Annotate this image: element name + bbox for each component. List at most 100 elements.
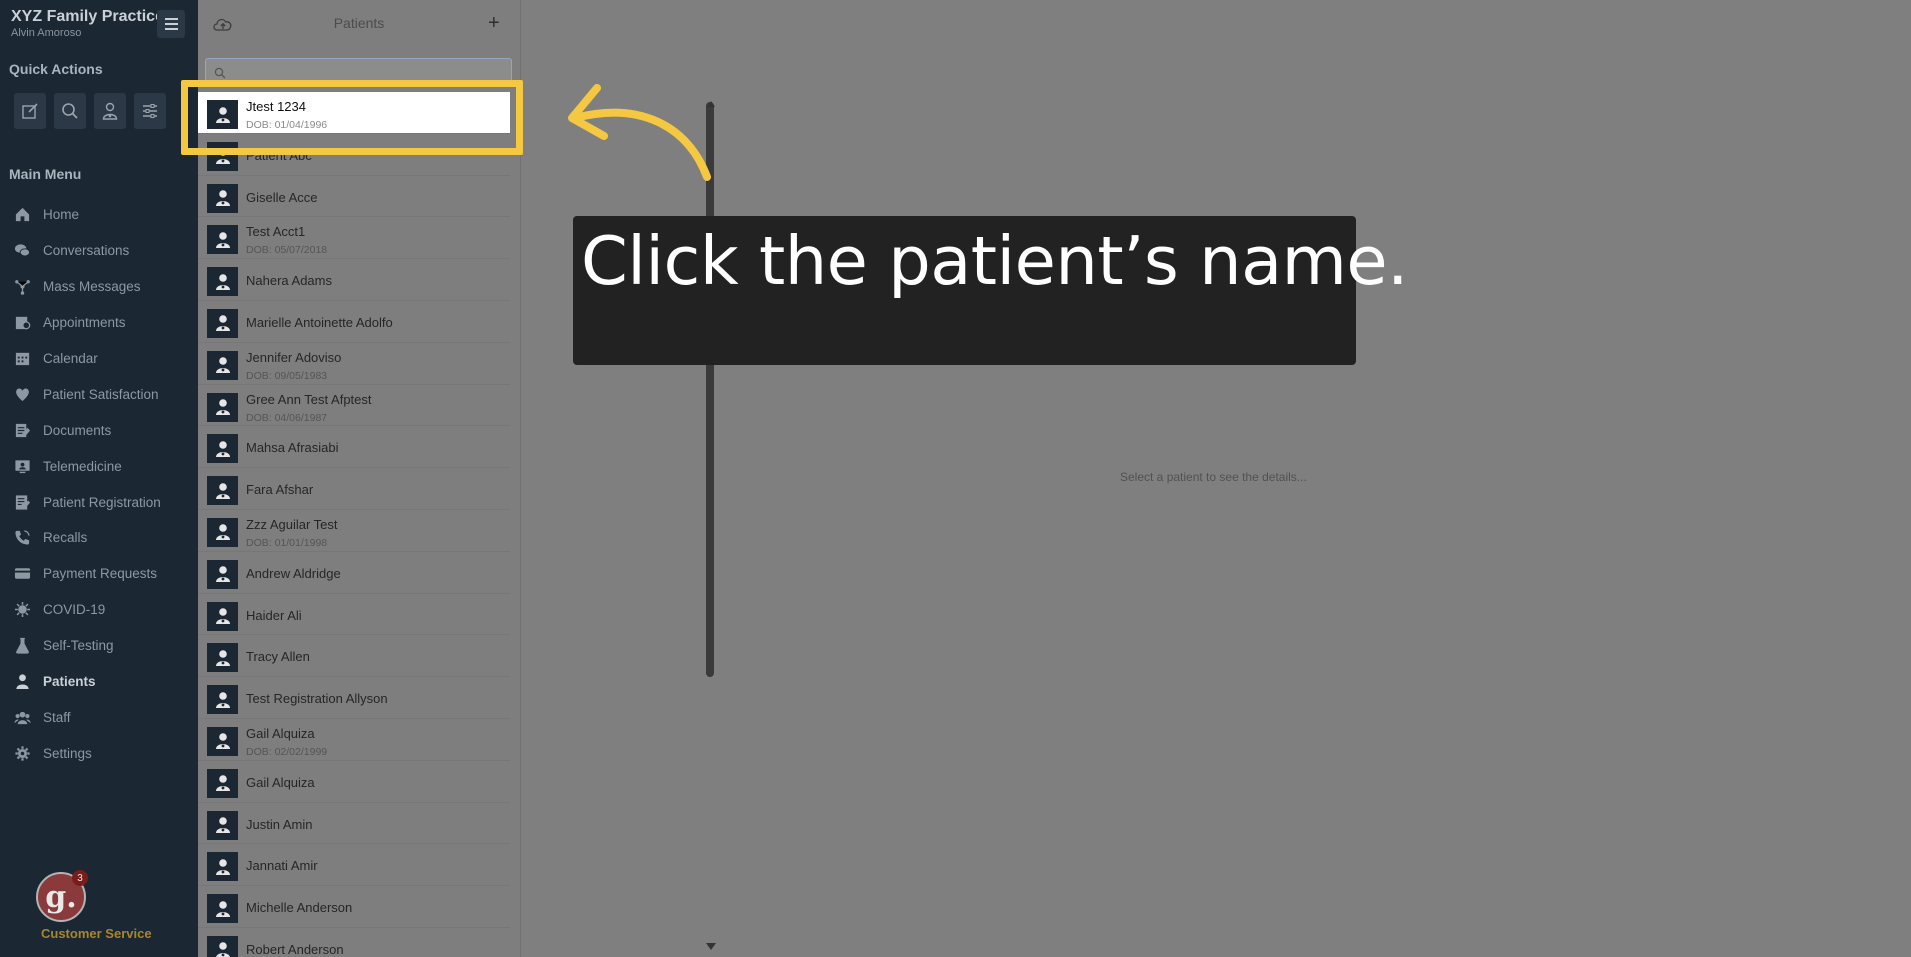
sidebar-item-documents[interactable]: Documents	[0, 412, 198, 448]
patient-name[interactable]: Fara Afshar	[246, 482, 313, 497]
patient-name[interactable]: Haider Ali	[246, 608, 302, 623]
sidebar-item-label: Patient Registration	[43, 494, 161, 510]
patient-row[interactable]: Mahsa Afrasiabi	[198, 426, 510, 469]
patient-row[interactable]: Test Registration Allyson	[198, 677, 510, 719]
patient-avatar-icon	[207, 267, 238, 297]
sidebar-item-patients[interactable]: Patients	[0, 664, 198, 700]
highlight-box	[181, 80, 523, 155]
patient-list-scrollbar[interactable]	[706, 102, 714, 677]
quick-action-settings-button[interactable]	[134, 93, 166, 129]
quick-action-search-button[interactable]	[54, 93, 86, 129]
patient-name[interactable]: Jennifer Adoviso	[246, 350, 341, 365]
patient-row[interactable]: Jennifer Adoviso DOB: 09/05/1983	[198, 343, 510, 385]
patient-row[interactable]: Zzz Aguilar Test DOB: 01/01/1998	[198, 510, 510, 552]
patient-name[interactable]: Tracy Allen	[246, 649, 310, 664]
sidebar-item-mass-messages[interactable]: Mass Messages	[0, 269, 198, 305]
sidebar-item-staff[interactable]: Staff	[0, 699, 198, 735]
patient-row[interactable]: Fara Afshar	[198, 468, 510, 510]
customer-service[interactable]: g. 3 Customer Service	[36, 870, 152, 941]
sidebar-item-patient-satisfaction[interactable]: Patient Satisfaction	[0, 376, 198, 412]
quick-actions	[14, 93, 166, 129]
sidebar-item-conversations[interactable]: Conversations	[0, 233, 198, 269]
patient-row[interactable]: Andrew Aldridge	[198, 552, 510, 594]
sidebar-item-label: Home	[43, 207, 80, 223]
patient-avatar-icon	[207, 476, 238, 506]
patient-row[interactable]: Haider Ali	[198, 594, 510, 636]
home-icon	[13, 206, 31, 224]
patient-name[interactable]: Nahera Adams	[246, 273, 332, 288]
main-menu-title: Main Menu	[9, 166, 82, 182]
patient-dob: DOB: 01/01/1998	[246, 536, 328, 549]
sidebar-item-recalls[interactable]: Recalls	[0, 520, 198, 556]
sidebar-item-label: Appointments	[43, 315, 126, 331]
patient-avatar-icon	[207, 517, 238, 547]
sidebar-item-payment-requests[interactable]: Payment Requests	[0, 556, 198, 592]
patient-name[interactable]: Gail Alquiza	[246, 775, 315, 790]
registration-icon	[13, 493, 31, 511]
patient-row[interactable]: Justin Amin	[198, 803, 510, 845]
patient-name[interactable]: Jannati Amir	[246, 858, 318, 873]
patient-name[interactable]: Robert Anderson	[246, 942, 344, 957]
patient-search-input[interactable]	[230, 63, 500, 81]
quick-action-edit-button[interactable]	[14, 93, 46, 129]
patients-panel-title: Patients	[333, 15, 385, 31]
sidebar-item-calendar[interactable]: Calendar	[0, 341, 198, 377]
brand: XYZ Family Practice Alvin Amoroso	[11, 8, 164, 39]
customer-service-label[interactable]: Customer Service	[41, 926, 152, 941]
patient-name[interactable]: Michelle Anderson	[246, 900, 352, 915]
quick-actions-title: Quick Actions	[9, 61, 103, 77]
quick-action-doctor-button[interactable]	[94, 93, 126, 129]
patient-avatar-icon	[207, 935, 238, 957]
patient-row[interactable]: Tracy Allen	[198, 635, 510, 678]
patient-name[interactable]: Justin Amin	[246, 817, 312, 832]
patient-name[interactable]: Mahsa Afrasiabi	[246, 440, 339, 455]
sidebar-item-home[interactable]: Home	[0, 197, 198, 233]
patient-name[interactable]: Gail Alquiza	[246, 726, 315, 741]
patient-name[interactable]: Zzz Aguilar Test	[246, 517, 338, 532]
customer-service-logo[interactable]: g. 3	[36, 870, 88, 922]
sidebar-item-covid-19[interactable]: COVID-19	[0, 592, 198, 628]
patient-name[interactable]: Marielle Antoinette Adolfo	[246, 315, 393, 330]
menu-toggle-icon[interactable]	[157, 10, 185, 38]
phone-icon	[13, 529, 31, 547]
patients-panel-header: Patients +	[198, 0, 520, 48]
card-icon	[13, 565, 31, 583]
patient-row[interactable]: Test Acct1 DOB: 05/07/2018	[198, 217, 510, 260]
sidebar-item-appointments[interactable]: Appointments	[0, 305, 198, 341]
scroll-down-icon[interactable]	[706, 943, 716, 950]
patient-name[interactable]: Giselle Acce	[246, 190, 318, 205]
patient-row[interactable]: Gail Alquiza DOB: 02/02/1999	[198, 719, 510, 761]
patient-row[interactable]: Marielle Antoinette Adolfo	[198, 301, 510, 343]
patient-row[interactable]: Robert Anderson	[198, 928, 510, 957]
patient-name[interactable]: Test Registration Allyson	[246, 691, 388, 706]
sidebar-item-label: Recalls	[43, 530, 88, 546]
sidebar-item-label: Patients	[43, 674, 96, 690]
add-patient-button[interactable]: +	[488, 13, 500, 33]
patient-name[interactable]: Test Acct1	[246, 224, 305, 239]
patient-dob: DOB: 05/07/2018	[246, 244, 328, 257]
patient-row[interactable]: Giselle Acce	[198, 176, 510, 218]
patient-avatar-icon	[207, 726, 238, 756]
sidebar-item-label: Documents	[43, 422, 112, 438]
patient-row[interactable]: Michelle Anderson	[198, 886, 510, 928]
flask-icon	[13, 637, 31, 655]
practice-name: XYZ Family Practice	[11, 8, 164, 25]
sidebar-item-telemedicine[interactable]: Telemedicine	[0, 448, 198, 484]
sidebar-item-settings[interactable]: Settings	[0, 735, 198, 771]
patient-name[interactable]: Gree Ann Test Afptest	[246, 392, 372, 407]
patient-row[interactable]: Gail Alquiza	[198, 761, 510, 803]
patient-avatar-icon	[207, 643, 238, 673]
patient-row[interactable]: Jannati Amir	[198, 844, 510, 887]
sidebar-item-label: Staff	[43, 709, 71, 725]
edit-icon	[22, 103, 38, 119]
staff-icon	[13, 708, 31, 726]
sidebar-item-patient-registration[interactable]: Patient Registration	[0, 484, 198, 520]
sidebar-item-label: Patient Satisfaction	[43, 386, 159, 402]
broadcast-icon	[13, 278, 31, 296]
pointer-arrow-icon	[568, 84, 711, 181]
patient-row[interactable]: Nahera Adams	[198, 259, 510, 301]
patient-name[interactable]: Andrew Aldridge	[246, 566, 341, 581]
patient-row[interactable]: Gree Ann Test Afptest DOB: 04/06/1987	[198, 385, 510, 427]
patient-list: Jtest 1234 DOB: 01/04/1996 Patient Abc Gise…	[198, 92, 510, 957]
sidebar-item-self-testing[interactable]: Self-Testing	[0, 628, 198, 664]
